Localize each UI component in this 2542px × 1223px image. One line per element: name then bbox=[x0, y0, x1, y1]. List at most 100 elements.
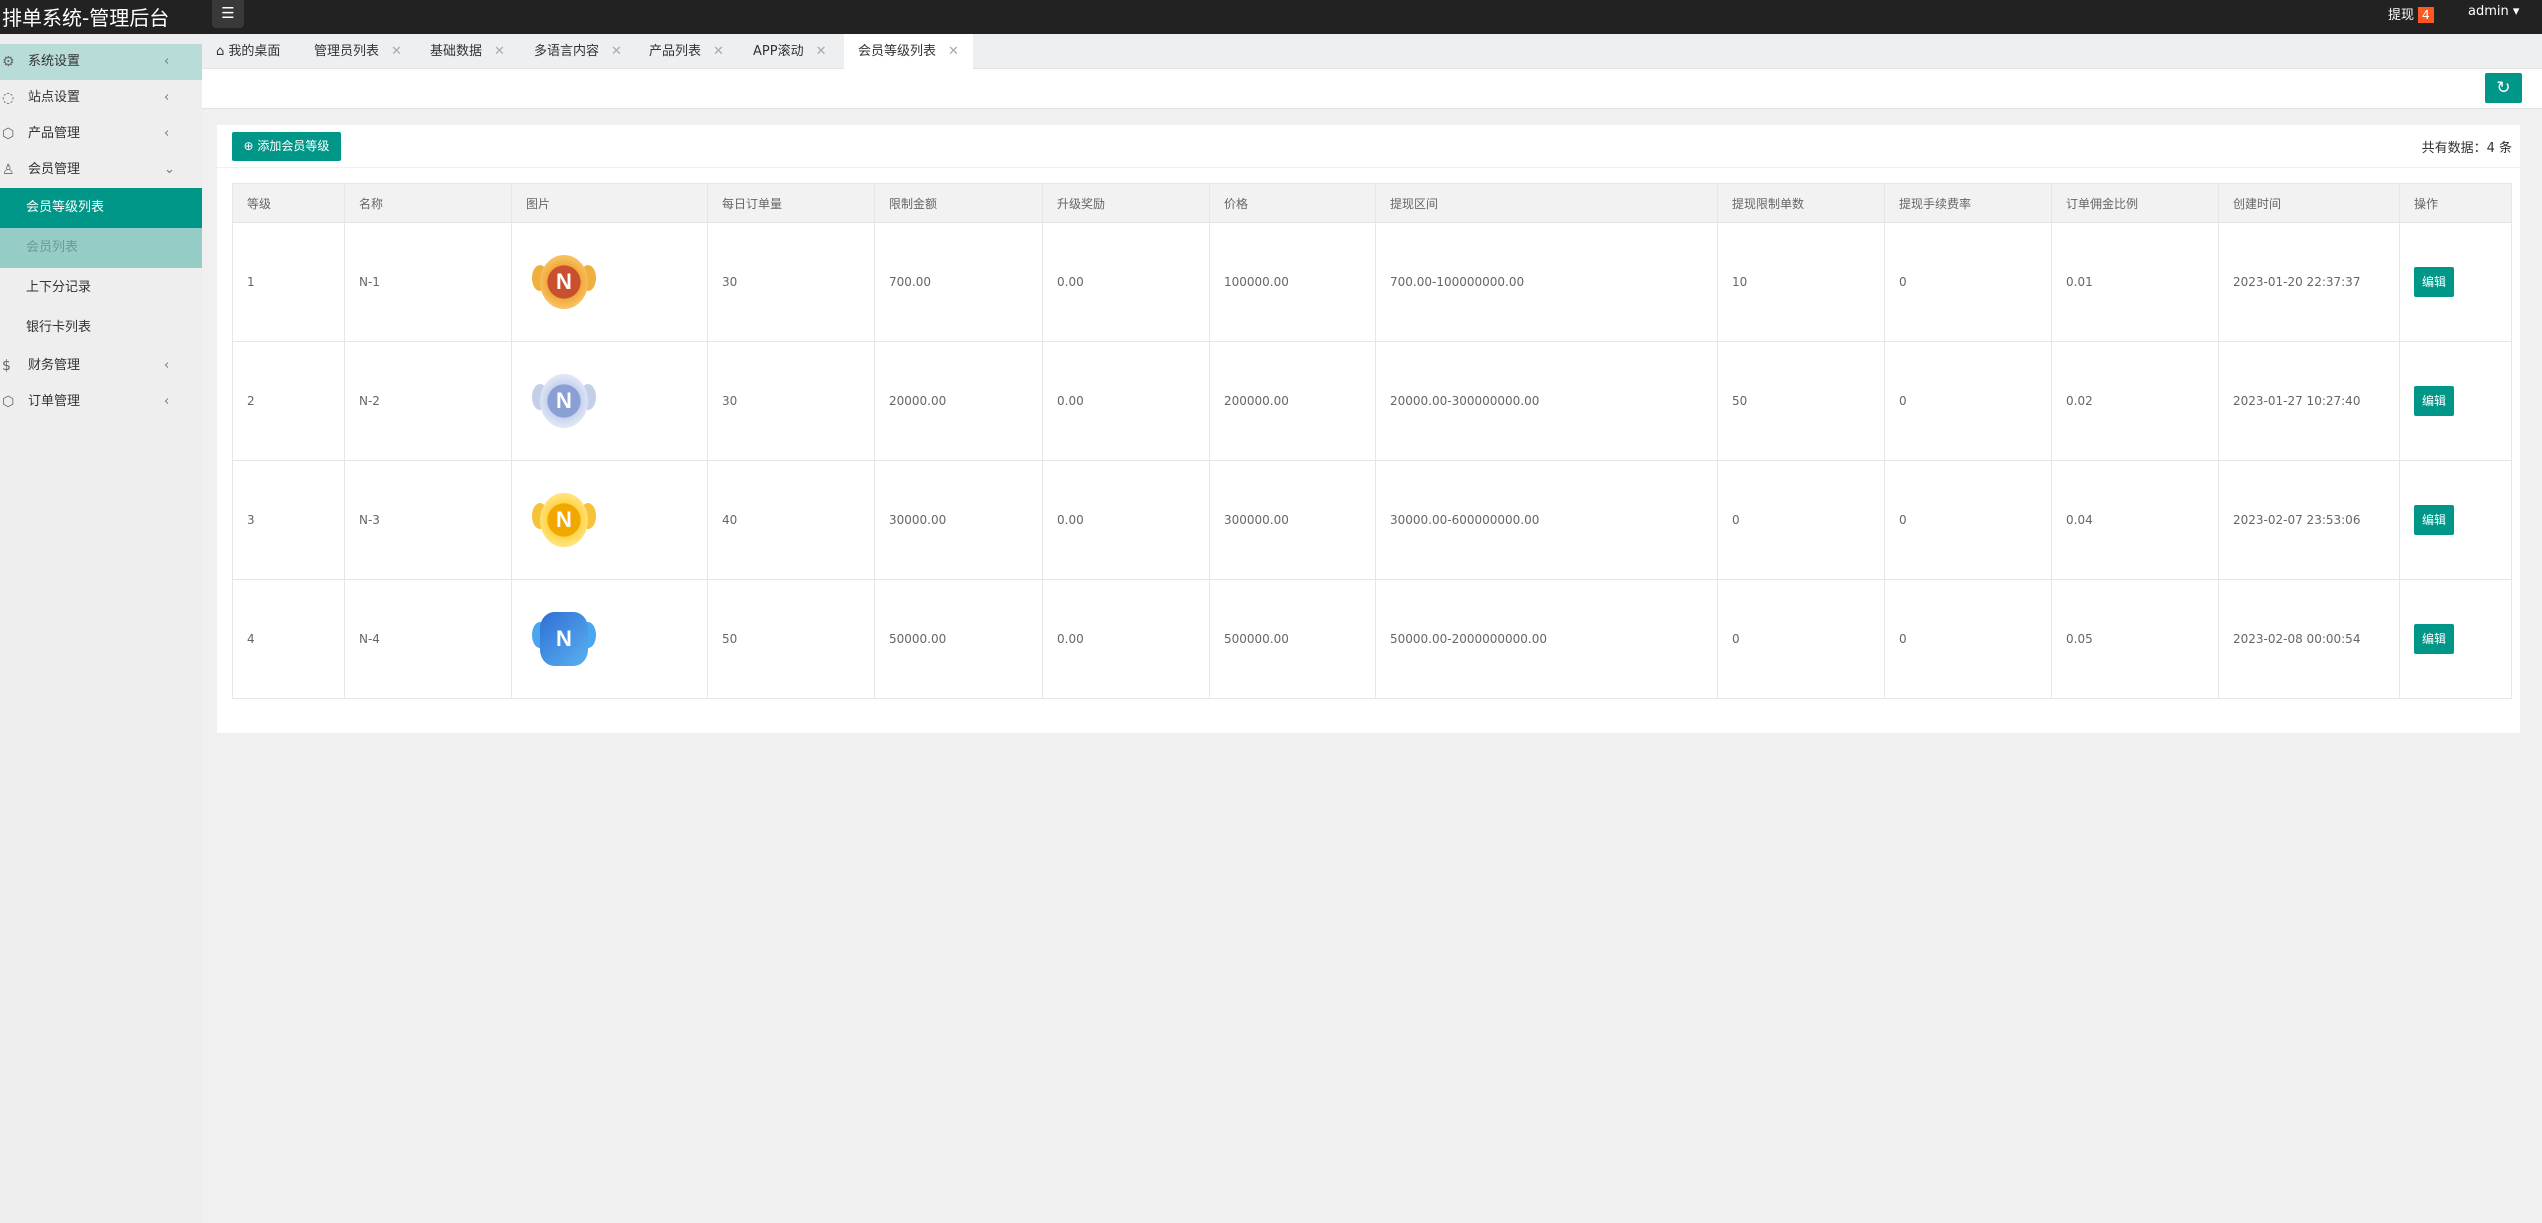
chevron-left-icon: ‹ bbox=[164, 90, 170, 105]
cell-text: 40 bbox=[722, 513, 738, 527]
cell-price: 300000.00 bbox=[1209, 460, 1376, 580]
cell-text: 200000.00 bbox=[1224, 394, 1289, 408]
edit-button[interactable]: 编辑 bbox=[2414, 624, 2455, 654]
tab-desktop[interactable]: ⌂ 我的桌面 bbox=[216, 34, 280, 69]
sidebar-item-site-settings[interactable]: ◌ 站点设置 ‹ bbox=[0, 80, 202, 116]
cell-text: 30000.00 bbox=[889, 513, 947, 527]
sidebar-item-label: 财务管理 bbox=[28, 358, 81, 373]
column-header: 限制金额 bbox=[874, 183, 1043, 223]
cell-daily: 40 bbox=[707, 460, 875, 580]
cell-limit: 700.00 bbox=[874, 222, 1043, 342]
menu-toggle-icon[interactable]: ☰ bbox=[212, 0, 244, 28]
gear-icon: ⚙ bbox=[2, 54, 15, 70]
user-menu[interactable]: admin ▾ bbox=[2468, 4, 2519, 19]
cell-commission: 0.04 bbox=[2051, 460, 2219, 580]
sidebar-item-label: 产品管理 bbox=[28, 126, 81, 141]
cell-text: N-3 bbox=[359, 513, 380, 527]
cell-wd_limit: 10 bbox=[1717, 222, 1885, 342]
close-icon[interactable]: ✕ bbox=[611, 44, 622, 59]
close-icon[interactable]: ✕ bbox=[391, 44, 402, 59]
sidebar-item-bank-cards[interactable]: 银行卡列表 bbox=[0, 308, 202, 348]
tab-member-level-list[interactable]: 会员等级列表 ✕ bbox=[844, 34, 973, 69]
cell-price: 500000.00 bbox=[1209, 579, 1376, 699]
cell-medal: N bbox=[511, 579, 708, 699]
column-header: 图片 bbox=[511, 183, 708, 223]
sidebar-item-label: 会员列表 bbox=[26, 240, 79, 255]
cell-name: N-1 bbox=[344, 222, 512, 342]
tab-product-list[interactable]: 产品列表 ✕ bbox=[649, 34, 724, 69]
dollar-icon: $ bbox=[2, 358, 11, 374]
cell-name: N-4 bbox=[344, 579, 512, 699]
cell-text: 30 bbox=[722, 394, 738, 408]
cell-text: 2023-02-07 23:53:06 bbox=[2233, 513, 2361, 527]
top-header: 排单系统-管理后台 ☰ 提现 4 admin ▾ bbox=[0, 0, 2542, 34]
cell-commission: 0.05 bbox=[2051, 579, 2219, 699]
table-row: 3 N-3 N 40 30000.00 0.00 300000.00 30000.00-600… bbox=[232, 460, 2512, 580]
sidebar-item-orders[interactable]: ⬡ 订单管理 ‹ bbox=[0, 384, 202, 420]
cell-text: 700.00-100000000.00 bbox=[1390, 275, 1525, 289]
medal-silver-icon: N bbox=[526, 370, 596, 432]
cell-text: N-2 bbox=[359, 394, 380, 408]
cell-range: 50000.00-2000000000.00 bbox=[1375, 579, 1718, 699]
cell-text: 50000.00-2000000000.00 bbox=[1390, 632, 1548, 646]
table-header-row: 等级 名称 图片 每日订单量 限制金额 升级奖励 价格 提现区间 提现限制单数 提现手续费率 订单佣… bbox=[232, 183, 2512, 223]
edit-button[interactable]: 编辑 bbox=[2414, 505, 2455, 535]
cell-range: 700.00-100000000.00 bbox=[1375, 222, 1718, 342]
sidebar-item-finance[interactable]: $ 财务管理 ‹ bbox=[0, 348, 202, 384]
column-header: 等级 bbox=[232, 183, 345, 223]
column-header: 操作 bbox=[2399, 183, 2512, 223]
table-row: 2 N-2 N 30 20000.00 0.00 200000.00 20000.00-300… bbox=[232, 341, 2512, 461]
close-icon[interactable]: ✕ bbox=[713, 44, 724, 59]
cell-daily: 50 bbox=[707, 579, 875, 699]
edit-button[interactable]: 编辑 bbox=[2414, 267, 2455, 297]
withdraw-link[interactable]: 提现 4 bbox=[2388, 4, 2434, 23]
tab-multilang[interactable]: 多语言内容 ✕ bbox=[534, 34, 622, 69]
sidebar-item-member-list[interactable]: 会员列表 bbox=[0, 228, 202, 268]
cell-text: 700.00 bbox=[889, 275, 931, 289]
sidebar-item-member-management[interactable]: ♙ 会员管理 ⌄ bbox=[0, 152, 202, 188]
tab-app-scroll[interactable]: APP滚动 ✕ bbox=[753, 34, 826, 69]
tab-basic-data[interactable]: 基础数据 ✕ bbox=[430, 34, 505, 69]
cell-text: 500000.00 bbox=[1224, 632, 1289, 646]
medal-part: N bbox=[556, 388, 572, 413]
column-header: 升级奖励 bbox=[1042, 183, 1210, 223]
user-icon: ♙ bbox=[2, 162, 15, 178]
tab-label: APP滚动 bbox=[753, 44, 804, 59]
medal-part: N bbox=[556, 626, 572, 651]
cell-text: 0.00 bbox=[1057, 394, 1084, 408]
cell-created: 2023-01-20 22:37:37 bbox=[2218, 222, 2400, 342]
divider bbox=[217, 167, 2520, 168]
sidebar-item-product-management[interactable]: ⬡ 产品管理 ‹ bbox=[0, 116, 202, 152]
sidebar-item-label: 站点设置 bbox=[28, 90, 81, 105]
sidebar-item-score-records[interactable]: 上下分记录 bbox=[0, 268, 202, 308]
sidebar-item-system-settings[interactable]: ⚙ 系统设置 ‹ bbox=[0, 44, 202, 80]
tab-label: 管理员列表 bbox=[314, 44, 380, 59]
cell-text: 0 bbox=[1732, 513, 1740, 527]
close-icon[interactable]: ✕ bbox=[494, 44, 505, 59]
cell-text: 10 bbox=[1732, 275, 1748, 289]
cell-medal: N bbox=[511, 222, 708, 342]
cell-text: 2023-01-20 22:37:37 bbox=[2233, 275, 2361, 289]
sidebar-item-label: 订单管理 bbox=[28, 394, 81, 409]
member-level-table: 等级 名称 图片 每日订单量 限制金额 升级奖励 价格 提现区间 提现限制单数 提现手续费率 订单佣… bbox=[232, 183, 2512, 699]
cell-text: 0.04 bbox=[2066, 513, 2093, 527]
sidebar-item-label: 上下分记录 bbox=[26, 280, 92, 295]
refresh-button[interactable]: ↻ bbox=[2485, 73, 2522, 103]
tab-admin-list[interactable]: 管理员列表 ✕ bbox=[314, 34, 402, 69]
cell-text: 3 bbox=[247, 513, 255, 527]
record-count: 共有数据：4 条 bbox=[2421, 141, 2512, 156]
cell-text: 0.01 bbox=[2066, 275, 2093, 289]
tab-label: 会员等级列表 bbox=[858, 44, 937, 59]
close-icon[interactable]: ✕ bbox=[948, 44, 959, 59]
cell-medal: N bbox=[511, 460, 708, 580]
sidebar-item-member-level-list[interactable]: 会员等级列表 bbox=[0, 188, 202, 228]
medal-gold-icon: N bbox=[526, 489, 596, 551]
close-icon[interactable]: ✕ bbox=[816, 44, 827, 59]
table-row: 1 N-1 N 30 700.00 0.00 100000.00 700.00-1000000… bbox=[232, 222, 2512, 342]
cell-level: 3 bbox=[232, 460, 345, 580]
edit-button[interactable]: 编辑 bbox=[2414, 386, 2455, 416]
add-member-level-button[interactable]: ⊕ 添加会员等级 bbox=[232, 132, 341, 161]
cell-reward: 0.00 bbox=[1042, 579, 1210, 699]
cell-text: 50 bbox=[1732, 394, 1748, 408]
cell-text: 0.05 bbox=[2066, 632, 2093, 646]
